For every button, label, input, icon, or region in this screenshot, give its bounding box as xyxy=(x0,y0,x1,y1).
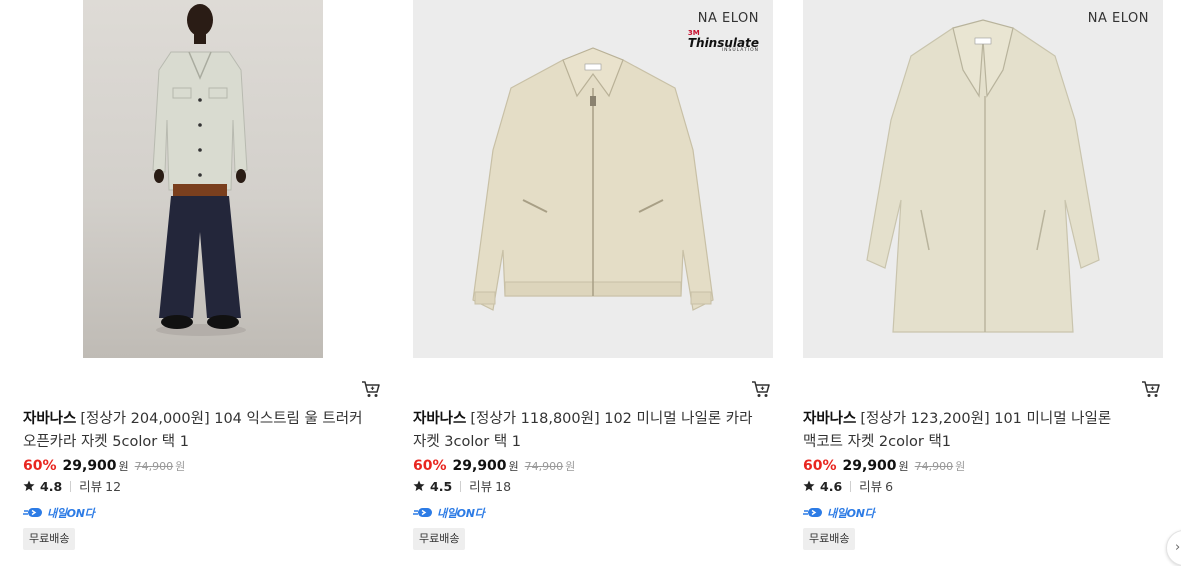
review-count: 18 xyxy=(495,479,512,494)
product-card[interactable]: NA ELON 3M Thinsulate INSULATION 자바나스 [정상… xyxy=(413,0,773,565)
product-card[interactable]: 자바나스 [정상가 204,000원] 104 익스트림 울 트러커 오픈카라 자… xyxy=(23,0,383,565)
cart-icon[interactable] xyxy=(361,380,381,398)
seller-name: 자바나스 xyxy=(803,411,857,427)
original-price: 74,900 xyxy=(914,460,954,473)
star-icon xyxy=(23,480,35,491)
delivery-truck-icon xyxy=(23,507,42,517)
rating-score: 4.6 xyxy=(820,479,843,494)
free-shipping-badge: 무료배송 xyxy=(803,528,856,550)
divider xyxy=(70,481,72,492)
sale-price: 29,900 xyxy=(452,458,507,474)
original-currency: 원 xyxy=(175,460,186,473)
price-row: 60% 29,900 원 74,900 원 xyxy=(413,456,575,477)
seller-name: 자바나스 xyxy=(23,411,77,427)
review-label: 리뷰 xyxy=(79,479,103,494)
product-title[interactable]: 자바나스 [정상가 204,000원] 104 익스트림 울 트러커 오픈카라 자… xyxy=(23,408,375,454)
original-price: 74,900 xyxy=(134,460,174,473)
discount-rate: 60% xyxy=(803,458,837,474)
product-image[interactable] xyxy=(23,0,383,358)
free-shipping-badge: 무료배송 xyxy=(23,528,76,550)
rating-row: 4.5 리뷰 18 xyxy=(413,478,511,496)
delivery-label: 내일ON다 xyxy=(827,506,875,520)
currency-label: 원 xyxy=(118,460,129,473)
model-illustration xyxy=(152,4,248,336)
rating-row: 4.6 리뷰 6 xyxy=(803,478,893,496)
thinsulate-logo: 3M Thinsulate INSULATION xyxy=(687,29,759,53)
cart-icon[interactable] xyxy=(1141,380,1161,398)
coat-illustration xyxy=(866,19,1100,333)
star-icon xyxy=(413,480,425,491)
original-price: 74,900 xyxy=(524,460,564,473)
tomorrow-delivery-tag: 내일ON다 xyxy=(23,502,95,520)
rating-row: 4.8 리뷰 12 xyxy=(23,478,121,496)
discount-rate: 60% xyxy=(413,458,447,474)
carousel-next-button[interactable]: › xyxy=(1166,530,1181,566)
sale-price: 29,900 xyxy=(842,458,897,474)
discount-rate: 60% xyxy=(23,458,57,474)
currency-label: 원 xyxy=(508,460,519,473)
seller-name: 자바나스 xyxy=(413,411,467,427)
original-currency: 원 xyxy=(565,460,576,473)
product-card[interactable]: NA ELON 자바나스 [정상가 123,200원] 101 미니멀 나일론 맥… xyxy=(803,0,1163,565)
divider xyxy=(850,481,852,492)
review-count: 12 xyxy=(105,479,122,494)
divider xyxy=(460,481,462,492)
tomorrow-delivery-tag: 내일ON다 xyxy=(413,502,485,520)
product-title[interactable]: 자바나스 [정상가 123,200원] 101 미니멀 나일론 맥코트 자켓 2c… xyxy=(803,408,1155,454)
sale-price: 29,900 xyxy=(62,458,117,474)
price-row: 60% 29,900 원 74,900 원 xyxy=(23,456,185,477)
rating-score: 4.8 xyxy=(40,479,63,494)
review-label: 리뷰 xyxy=(469,479,493,494)
tomorrow-delivery-tag: 내일ON다 xyxy=(803,502,875,520)
free-shipping-badge: 무료배송 xyxy=(413,528,466,550)
delivery-truck-icon xyxy=(413,507,432,517)
currency-label: 원 xyxy=(898,460,909,473)
price-row: 60% 29,900 원 74,900 원 xyxy=(803,456,965,477)
delivery-label: 내일ON다 xyxy=(47,506,95,520)
delivery-truck-icon xyxy=(803,507,822,517)
review-label: 리뷰 xyxy=(859,479,883,494)
rating-score: 4.5 xyxy=(430,479,453,494)
brand-label: NA ELON xyxy=(697,11,759,26)
star-icon xyxy=(803,480,815,491)
delivery-label: 내일ON다 xyxy=(437,506,485,520)
brand-label: NA ELON xyxy=(1087,11,1149,26)
product-image[interactable]: NA ELON 3M Thinsulate INSULATION xyxy=(413,0,773,358)
cart-icon[interactable] xyxy=(751,380,771,398)
product-title[interactable]: 자바나스 [정상가 118,800원] 102 미니멀 나일론 카라 자켓 3co… xyxy=(413,408,765,454)
product-image[interactable]: NA ELON xyxy=(803,0,1163,358)
chevron-right-icon: › xyxy=(1175,540,1181,555)
review-count: 6 xyxy=(885,479,894,494)
jacket-illustration xyxy=(472,47,714,311)
original-currency: 원 xyxy=(955,460,966,473)
